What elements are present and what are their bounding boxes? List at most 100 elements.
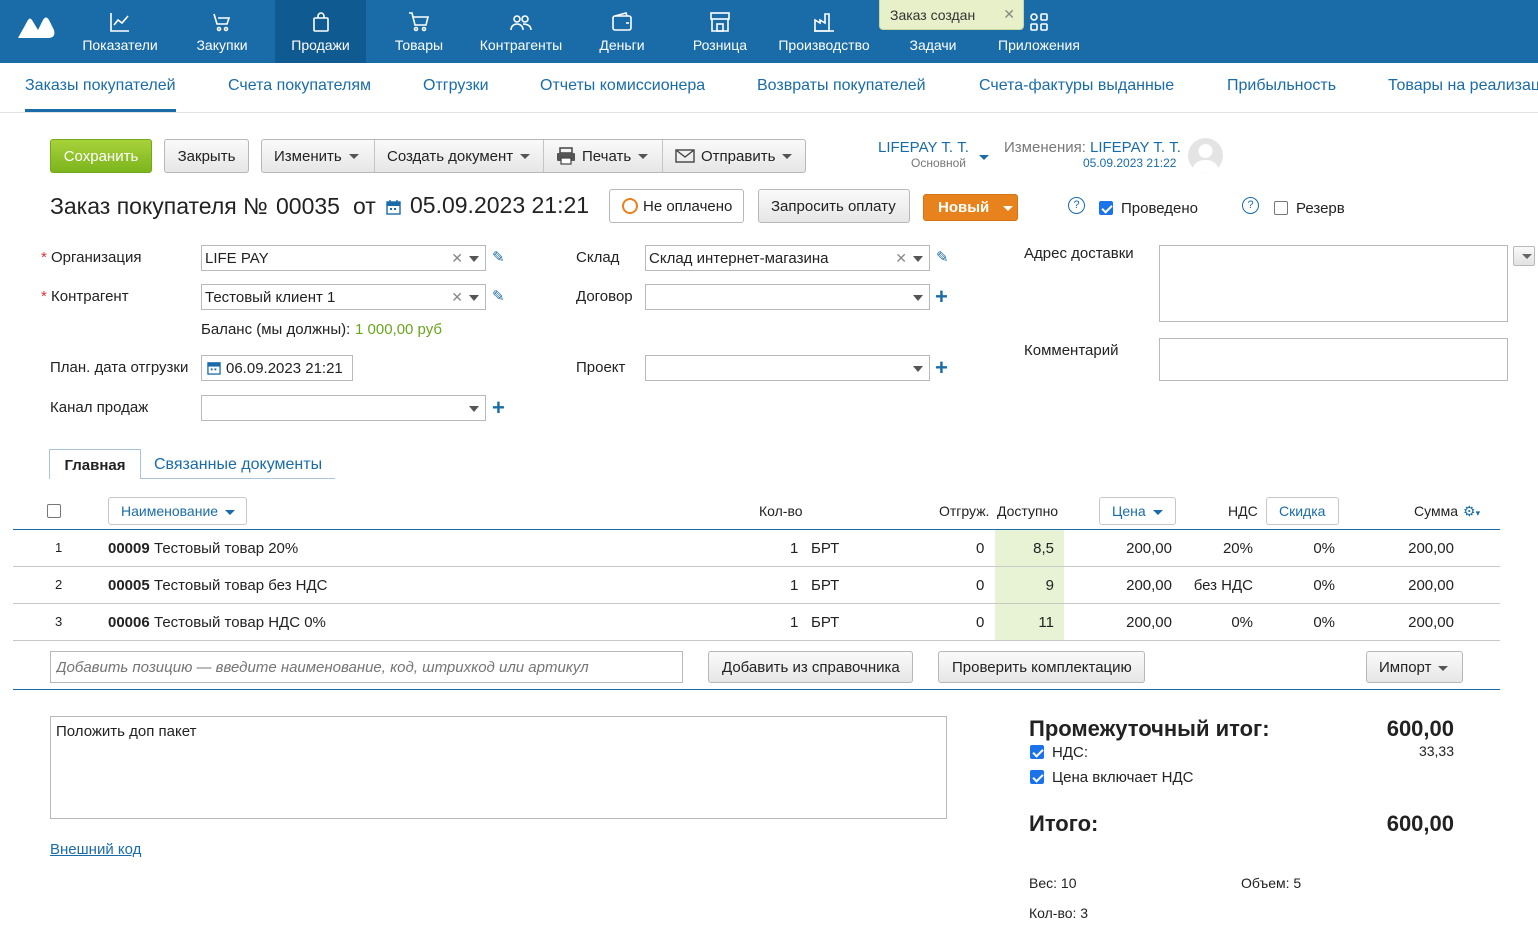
nav-item-money[interactable]: Деньги [588, 0, 656, 63]
add-from-catalog-button[interactable]: Добавить из справочника [708, 651, 913, 683]
external-code-link[interactable]: Внешний код [50, 841, 141, 858]
tab-shipments[interactable]: Отгрузки [423, 77, 489, 95]
check-kit-button[interactable]: Проверить комплектацию [938, 651, 1145, 683]
qty-cell[interactable]: 1 [790, 614, 798, 631]
name-column-sort[interactable]: Наименование [108, 497, 247, 525]
table-row[interactable]: 2 00005 Тестовый товар без НДС 1 БРТ 0 9… [13, 567, 1500, 604]
vat-cell[interactable]: без НДС [1194, 577, 1253, 594]
price-column-sort[interactable]: Цена [1099, 497, 1176, 525]
chevron-down-icon[interactable] [469, 406, 479, 412]
edit-pencil-icon[interactable]: ✎ [936, 248, 949, 266]
print-label: Печать [582, 147, 632, 165]
product-name[interactable]: Тестовый товар 20% [154, 540, 298, 557]
changes-user[interactable]: LIFEPAY Т. Т. [1090, 139, 1181, 156]
tab-tax-invoices[interactable]: Счета-фактуры выданные [979, 77, 1174, 95]
order-description-textarea[interactable]: Положить доп пакет [50, 716, 947, 819]
posted-checkbox[interactable] [1099, 201, 1113, 215]
status-dropdown[interactable]: Новый [923, 194, 1018, 221]
vat-cell[interactable]: 0% [1231, 614, 1253, 631]
close-button[interactable]: Закрыть [164, 139, 249, 173]
select-all-checkbox[interactable] [47, 504, 61, 518]
counterparty-field[interactable]: Тестовый клиент 1 ✕ [201, 284, 486, 310]
discount-cell[interactable]: 0% [1313, 577, 1335, 594]
avatar[interactable] [1188, 138, 1223, 173]
edit-pencil-icon[interactable]: ✎ [492, 248, 505, 266]
chevron-down-icon[interactable] [913, 256, 923, 262]
sales-channel-field[interactable] [201, 395, 486, 421]
help-icon[interactable]: ? [1068, 197, 1085, 214]
vat-checkbox[interactable] [1030, 745, 1044, 759]
delivery-address-input[interactable] [1159, 245, 1508, 322]
nav-item-retail[interactable]: Розница [688, 0, 752, 63]
reserve-checkbox[interactable] [1274, 201, 1288, 215]
close-icon[interactable]: ✕ [1003, 6, 1015, 23]
chevron-down-icon[interactable] [469, 256, 479, 262]
payment-status-button[interactable]: Не оплачено [609, 189, 744, 223]
request-payment-button[interactable]: Запросить оплату [758, 189, 910, 223]
print-button[interactable]: Печать [544, 140, 663, 172]
save-button[interactable]: Сохранить [50, 139, 152, 173]
comment-input[interactable] [1159, 338, 1508, 381]
chevron-down-icon[interactable] [913, 295, 923, 301]
contract-field[interactable] [645, 284, 930, 310]
warehouse-field[interactable]: Склад интернет-магазина ✕ [645, 245, 930, 271]
calendar-icon[interactable] [207, 360, 221, 375]
clear-icon[interactable]: ✕ [895, 250, 907, 267]
import-button[interactable]: Импорт [1366, 651, 1463, 683]
tab-customer-orders[interactable]: Заказы покупателей [25, 77, 176, 112]
nav-item-sales[interactable]: Продажи [275, 0, 366, 63]
chevron-down-icon[interactable] [913, 366, 923, 372]
price-includes-vat-checkbox[interactable] [1030, 770, 1044, 784]
qty-cell[interactable]: 1 [790, 540, 798, 557]
price-cell[interactable]: 200,00 [1126, 614, 1172, 631]
logo-icon[interactable] [16, 12, 56, 40]
qty-cell[interactable]: 1 [790, 577, 798, 594]
price-cell[interactable]: 200,00 [1126, 577, 1172, 594]
clear-icon[interactable]: ✕ [451, 289, 463, 306]
discount-column-button[interactable]: Скидка [1266, 497, 1339, 525]
tab-goods-on-sale[interactable]: Товары на реализац [1388, 77, 1538, 95]
gear-icon[interactable]: ⚙▾ [1463, 503, 1480, 520]
add-icon[interactable]: + [935, 357, 948, 379]
price-cell[interactable]: 200,00 [1126, 540, 1172, 557]
chevron-down-icon[interactable] [469, 295, 479, 301]
nav-item-indicators[interactable]: Показатели [80, 0, 160, 63]
edit-button[interactable]: Изменить [262, 140, 375, 172]
table-row[interactable]: 3 00006 Тестовый товар НДС 0% 1 БРТ 0 11… [13, 604, 1500, 641]
send-button[interactable]: Отправить [663, 140, 805, 172]
order-number[interactable]: 00035 [276, 193, 340, 220]
calendar-icon[interactable] [386, 199, 401, 215]
ship-date-value: 06.09.2023 21:21 [226, 360, 343, 377]
tab-customer-returns[interactable]: Возвраты покупателей [757, 77, 926, 95]
tab-customer-invoices[interactable]: Счета покупателям [228, 77, 371, 95]
discount-cell[interactable]: 0% [1313, 540, 1335, 557]
available-cell: 11 [1038, 614, 1054, 631]
vat-cell[interactable]: 20% [1223, 540, 1253, 557]
add-icon[interactable]: + [935, 286, 948, 308]
tab-main[interactable]: Главная [49, 449, 141, 479]
clear-icon[interactable]: ✕ [451, 250, 463, 267]
tab-related-documents[interactable]: Связанные документы [154, 456, 322, 474]
add-position-input[interactable] [50, 651, 683, 683]
nav-item-counterparties[interactable]: Контрагенты [474, 0, 568, 63]
nav-item-production[interactable]: Производство [776, 0, 872, 63]
create-document-button[interactable]: Создать документ [375, 140, 544, 172]
nav-item-goods[interactable]: Товары [380, 0, 458, 63]
product-name[interactable]: Тестовый товар без НДС [154, 577, 328, 594]
ship-date-field[interactable]: 06.09.2023 21:21 [201, 355, 353, 381]
nav-item-purchases[interactable]: Закупки [182, 0, 262, 63]
tab-commission-reports[interactable]: Отчеты комиссионера [540, 77, 705, 95]
project-field[interactable] [645, 355, 930, 381]
edit-pencil-icon[interactable]: ✎ [492, 287, 505, 305]
help-icon[interactable]: ? [1242, 197, 1259, 214]
discount-cell[interactable]: 0% [1313, 614, 1335, 631]
owner-name[interactable]: LIFEPAY Т. Т. [878, 139, 969, 156]
order-datetime[interactable]: 05.09.2023 21:21 [410, 192, 589, 219]
table-row[interactable]: 1 00009 Тестовый товар 20% 1 БРТ 0 8,5 2… [13, 530, 1500, 567]
product-name[interactable]: Тестовый товар НДС 0% [154, 614, 326, 631]
organization-field[interactable]: LIFE PAY ✕ [201, 245, 486, 271]
add-icon[interactable]: + [492, 397, 505, 419]
tab-profitability[interactable]: Прибыльность [1227, 77, 1336, 95]
chevron-down-icon[interactable] [979, 155, 989, 160]
address-dropdown-button[interactable] [1513, 246, 1535, 266]
